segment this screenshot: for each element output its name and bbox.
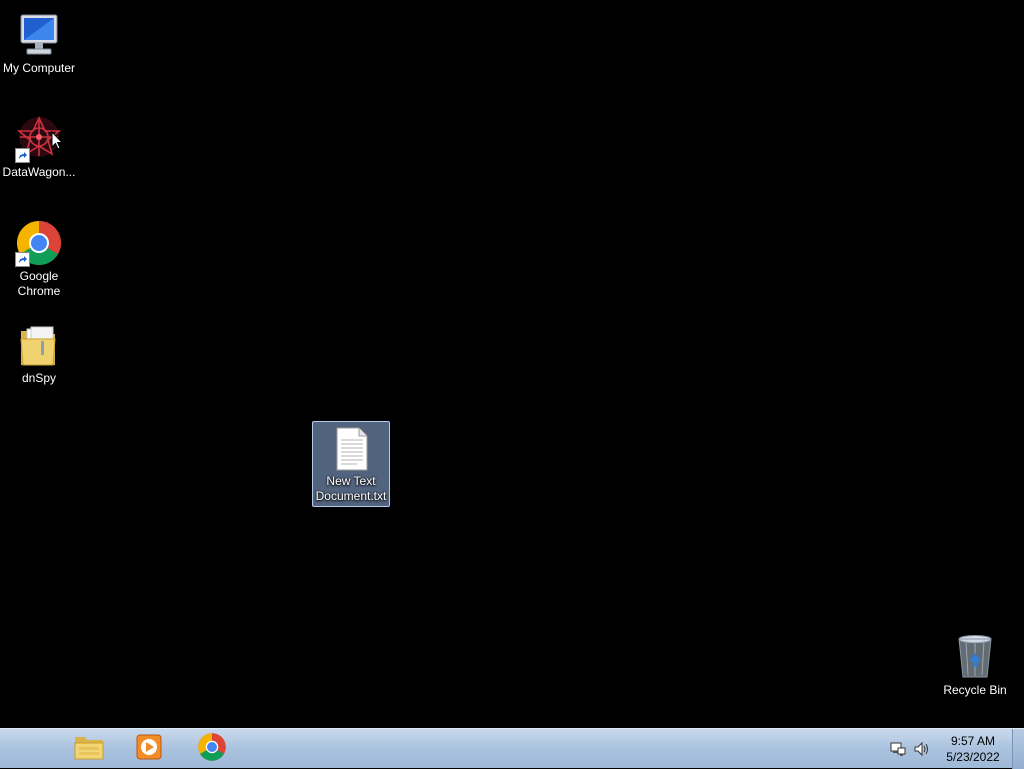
volume-icon[interactable] <box>913 740 931 758</box>
media-player-icon <box>135 733 163 766</box>
chrome-icon <box>197 732 227 767</box>
desktop-icon-dnspy[interactable]: dnSpy <box>0 318 78 389</box>
clock[interactable]: 9:57 AM 5/23/2022 <box>938 733 1008 765</box>
desktop-icon-my-computer[interactable]: My Computer <box>0 8 78 79</box>
desktop-icon-datawagon[interactable]: DataWagon... <box>0 112 78 183</box>
desktop-icon-label: New Text Document.txt <box>315 474 387 503</box>
taskbar: 9:57 AM 5/23/2022 <box>0 728 1024 769</box>
taskbar-file-explorer-button[interactable] <box>62 731 116 767</box>
clock-date: 5/23/2022 <box>946 750 1000 764</box>
desktop-icon-label: My Computer <box>2 61 76 75</box>
taskbar-media-player-button[interactable] <box>122 731 176 767</box>
mouse-cursor-icon <box>51 130 64 155</box>
shortcut-arrow-icon <box>15 148 30 163</box>
desktop-icon-new-text-document[interactable]: New Text Document.txt <box>312 421 390 507</box>
desktop-icon-label: DataWagon... <box>2 165 76 179</box>
folder-icon <box>15 321 63 369</box>
shortcut-arrow-icon <box>15 252 30 267</box>
computer-icon <box>15 11 63 59</box>
desktop-icon-google-chrome[interactable]: Google Chrome <box>0 216 78 302</box>
desktop-icon-label: Google Chrome <box>17 269 61 298</box>
desktop-icon-label: Recycle Bin <box>943 683 1007 697</box>
clock-time: 9:57 AM <box>950 734 996 748</box>
recycle-bin-icon <box>951 633 999 681</box>
text-document-icon <box>327 424 375 472</box>
desktop-icon-recycle-bin[interactable]: Recycle Bin <box>936 630 1014 701</box>
file-explorer-icon <box>73 733 105 766</box>
network-icon[interactable] <box>889 740 907 758</box>
show-desktop-button[interactable] <box>1012 729 1024 769</box>
desktop[interactable]: My Computer DataWagon... Google Chrome d… <box>0 0 1024 728</box>
taskbar-chrome-button[interactable] <box>185 731 239 767</box>
desktop-icon-label: dnSpy <box>21 371 57 385</box>
chrome-icon <box>15 219 63 267</box>
